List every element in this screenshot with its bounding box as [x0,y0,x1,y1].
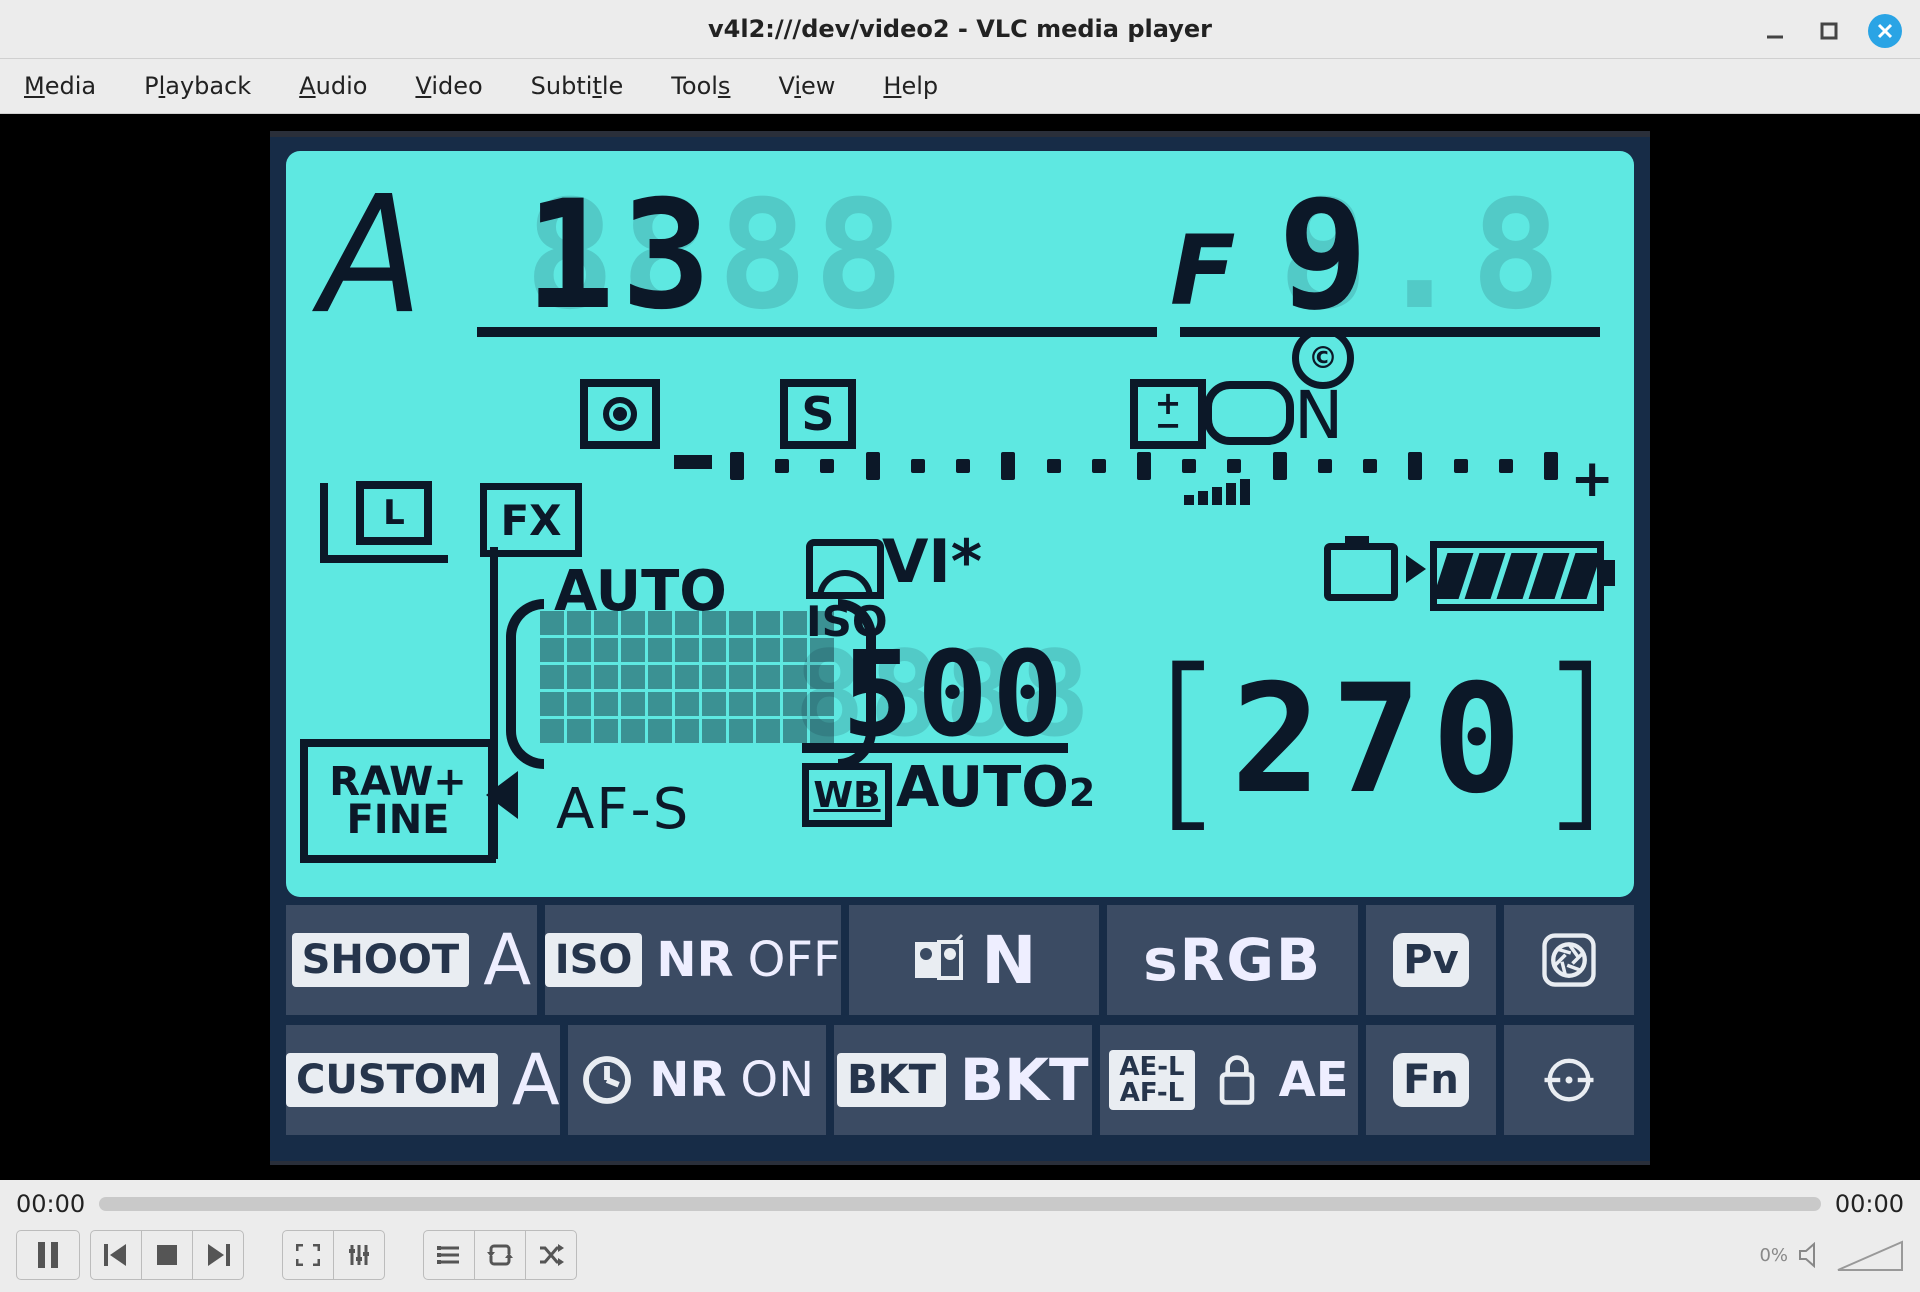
custom-bank-cell: CUSTOM A [286,1025,560,1135]
exposure-mode: A [320,162,415,350]
menu-media[interactable]: Media [24,72,96,100]
stop-button[interactable] [142,1231,193,1279]
camera-icon [1324,543,1398,601]
bkt-value: BKT [960,1046,1089,1114]
colorspace-value: sRGB [1143,926,1322,994]
exposure-comp-indicator [1204,381,1294,445]
virtual-horizon-cell [1504,1025,1634,1135]
video-area[interactable]: A 8888 13 F 8.8 9 S +− © [0,114,1920,1182]
pv-cell: Pv [1366,905,1496,1015]
time-elapsed: 00:00 [16,1190,85,1218]
nr-state: OFF [748,932,841,988]
custom-pill: CUSTOM [286,1053,498,1107]
playlist-button[interactable] [424,1231,475,1279]
previous-button[interactable] [91,1231,142,1279]
nr-label: NR [656,932,733,988]
menu-audio[interactable]: Audio [299,72,367,100]
adl-value: N [981,922,1036,999]
aperture-value: 9 [1278,169,1374,343]
menu-tools[interactable]: Tools [671,72,730,100]
info-row-2: CUSTOM A NR ON BKT BKT AE-L AF-L AE [286,1025,1634,1135]
window-title: v4l2:///dev/video2 - VLC media player [708,15,1212,43]
camera-arrow-icon [1406,555,1426,583]
window-titlebar: v4l2:///dev/video2 - VLC media player [0,0,1920,59]
pv-label: Pv [1393,933,1468,987]
menu-view[interactable]: View [778,72,835,100]
time-total: 00:00 [1835,1190,1904,1218]
extended-settings-button[interactable] [334,1231,384,1279]
shoot-bank-value: A [483,919,531,1001]
exposure-scale-minus [674,455,712,469]
pause-button[interactable] [17,1231,79,1279]
picture-control-icon [806,539,884,599]
camera-info-display: A 8888 13 F 8.8 9 S +− © [270,131,1650,1165]
iso-pill: ISO [545,933,643,987]
long-exp-nr-cell: NR ON [568,1025,826,1135]
volume-slider[interactable] [1836,1238,1904,1272]
image-size-box: L [320,483,448,563]
raw-arrow-icon [486,771,518,819]
ael-cell: AE-L AF-L AE [1100,1025,1358,1135]
shots-remaining: [ 270 ] [1151,629,1612,850]
window-minimize-button[interactable] [1760,16,1790,46]
menu-subtitle[interactable]: Subtitle [531,72,624,100]
virtual-horizon-icon [1541,1052,1597,1108]
shuffle-button[interactable] [526,1231,576,1279]
lock-icon [1209,1052,1265,1108]
info-row-1: SHOOT A ISO NR OFF N sRGB Pv [286,905,1634,1015]
long-nr-label: NR [649,1052,726,1108]
picture-control: VI* [882,527,982,597]
shoot-pill: SHOOT [292,933,470,987]
af-point-grid [540,611,834,743]
exposure-scale: + [674,451,1614,509]
image-area: FX [480,483,582,557]
fn-cell: Fn [1366,1025,1496,1135]
wb-label: WB [802,763,892,827]
loop-button[interactable] [475,1231,526,1279]
shoot-bank-cell: SHOOT A [286,905,537,1015]
bkt-pill: BKT [837,1053,946,1107]
wb-value: AUTO2 [896,755,1095,820]
menubar: Media Playback Audio Video Subtitle Tool… [0,59,1920,114]
af-mode: AF-S [556,777,690,842]
menu-playback[interactable]: Playback [144,72,251,100]
volume-percent: 0% [1759,1245,1788,1266]
next-button[interactable] [193,1231,243,1279]
long-nr-state: ON [740,1052,814,1108]
player-controls: 00:00 00:00 0% [0,1180,1920,1292]
picture-control-n: N [1294,377,1343,454]
adl-icon [911,932,967,988]
speaker-icon[interactable] [1798,1242,1826,1268]
iso-nr-cell: ISO NR OFF [545,905,841,1015]
camera-lcd: A 8888 13 F 8.8 9 S +− © [286,151,1634,897]
battery-icon [1430,541,1604,611]
shots-remaining-value: 270 [1231,653,1532,827]
exposure-comp-icon: +− [1130,379,1206,449]
custom-bank-value: A [512,1039,560,1121]
menu-video[interactable]: Video [415,72,482,100]
shutter-speed: 13 [525,169,718,343]
aperture-icon [1541,932,1597,988]
ae-label: AE [1279,1052,1349,1108]
bkt-cell: BKT BKT [834,1025,1092,1135]
image-size: L [356,481,432,545]
window-maximize-button[interactable] [1814,16,1844,46]
fn-label: Fn [1393,1053,1469,1107]
adl-cell: N [849,905,1100,1015]
ael-afl-label: AE-L AF-L [1109,1050,1194,1110]
metering-mode-icon [580,379,660,449]
menu-help[interactable]: Help [883,72,938,100]
exposure-scale-plus: + [1570,449,1614,509]
fullscreen-button[interactable] [283,1231,334,1279]
colorspace-cell: sRGB [1107,905,1358,1015]
seek-bar[interactable] [99,1197,1821,1211]
release-mode: S [780,379,856,449]
clock-icon [579,1052,635,1108]
aperture-prefix: F [1170,215,1236,327]
aperture-preview-cell [1504,905,1634,1015]
image-quality: RAW+ FINE [300,739,496,863]
window-close-button[interactable] [1868,14,1902,48]
